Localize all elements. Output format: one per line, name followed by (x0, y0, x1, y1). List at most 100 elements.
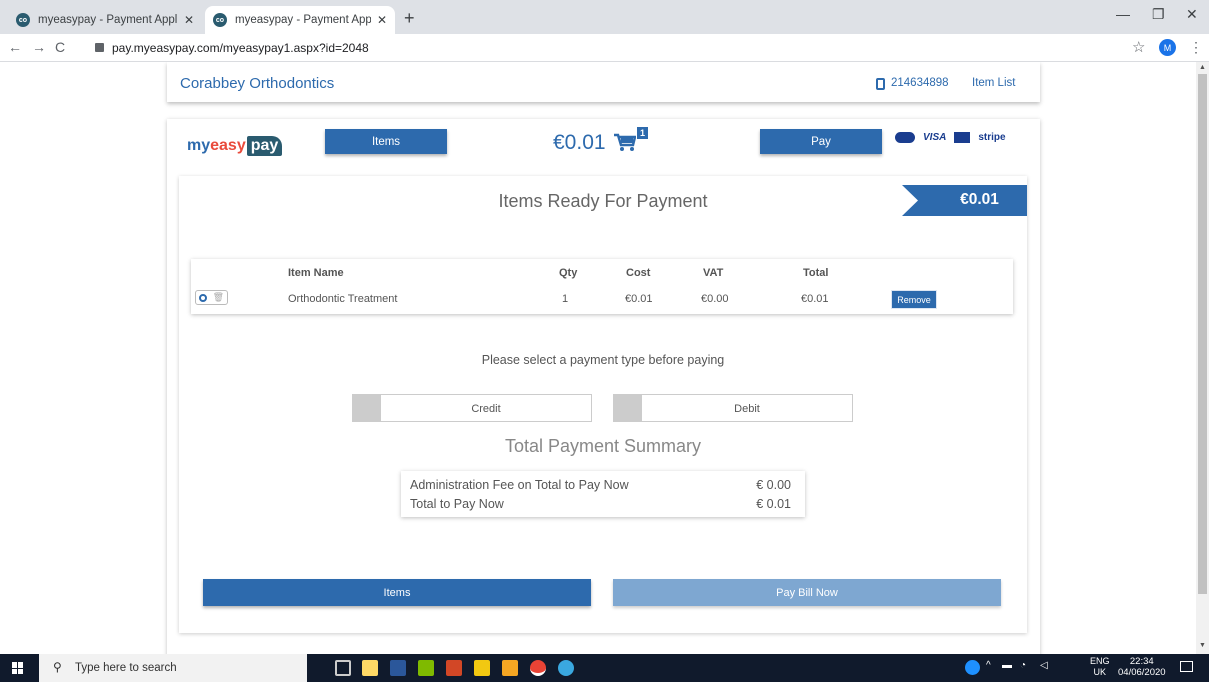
trash-icon[interactable]: 🗑 (213, 292, 224, 303)
cell-qty: 1 (562, 293, 569, 305)
favicon-icon: co (213, 13, 227, 27)
scroll-up-icon[interactable]: ▲ (1199, 64, 1206, 71)
cart-icon[interactable] (614, 133, 636, 151)
show-hidden-icons[interactable]: ^ (986, 660, 991, 671)
taskbar-search[interactable]: ⚲ Type here to search (39, 654, 307, 682)
summary-value: € 0.00 (756, 478, 791, 492)
close-window-icon[interactable]: ✕ (1186, 6, 1198, 23)
pay-button-top[interactable]: Pay (760, 129, 882, 154)
cart-count-badge: 1 (637, 127, 649, 139)
minimize-icon[interactable]: — (1116, 6, 1130, 22)
browser-menu-icon[interactable]: ⋮ (1189, 39, 1203, 56)
reload-icon[interactable]: C (55, 39, 65, 55)
help-tray-icon[interactable] (965, 660, 980, 675)
page-scrollbar[interactable]: ▲ ▼ (1196, 62, 1209, 654)
restore-icon[interactable]: ❐ (1152, 6, 1165, 23)
cell-item-name: Orthodontic Treatment (288, 293, 398, 305)
stripe-logo: stripe (978, 132, 1006, 143)
items-button-bottom[interactable]: Items (203, 579, 591, 606)
summary-title: Total Payment Summary (504, 436, 702, 456)
profile-avatar[interactable]: M (1159, 39, 1176, 56)
site-header: Corabbey Orthodontics 214634898 Item Lis… (167, 62, 1040, 102)
lang-region: UK (1093, 667, 1107, 677)
close-tab-icon[interactable]: ✕ (377, 13, 387, 27)
windows-start-icon[interactable] (12, 662, 24, 674)
wifi-icon[interactable]: ◔ (1020, 660, 1026, 671)
clock-date: 04/06/2020 (1118, 667, 1166, 678)
powerpoint-icon[interactable] (446, 660, 462, 676)
forward-icon[interactable]: → (32, 39, 46, 55)
cell-vat: €0.00 (701, 293, 729, 305)
url-field[interactable]: pay.myeasypay.com/myeasypay1.aspx?id=204… (112, 41, 369, 55)
lock-icon (95, 43, 104, 52)
merchant-name[interactable]: Corabbey Orthodontics (180, 75, 334, 92)
edge-icon[interactable] (558, 660, 574, 676)
chrome-icon[interactable] (530, 660, 546, 676)
cell-total: €0.01 (801, 293, 829, 305)
total-ribbon: €0.01 (902, 185, 1027, 216)
col-header-total: Total (803, 267, 829, 279)
amex-icon (954, 132, 971, 143)
row-actions[interactable]: 🗑 (195, 290, 228, 305)
word-icon[interactable] (390, 660, 406, 676)
clock-time: 22:34 (1129, 656, 1154, 667)
search-placeholder: Type here to search (75, 662, 177, 674)
credit-option[interactable]: Credit (352, 394, 592, 422)
cart-total: €0.01 (553, 131, 606, 154)
notification-center-icon[interactable] (1180, 661, 1193, 672)
col-header-vat: VAT (703, 267, 724, 279)
tab-title: myeasypay - Payment Applicatio (235, 14, 371, 26)
items-table: Item Name Qty Cost VAT Total 🗑 Orthodont… (191, 259, 1013, 314)
panel-title: Items Ready For Payment (498, 191, 708, 211)
search-icon: ⚲ (53, 660, 62, 674)
item-list-link[interactable]: Item List (972, 77, 1015, 89)
battery-icon[interactable]: ▬ (1002, 660, 1012, 671)
summary-box: Administration Fee on Total to Pay Now €… (401, 471, 805, 517)
mastercard-icon (895, 132, 915, 143)
task-view-icon[interactable] (335, 660, 351, 676)
summary-row-total: Total to Pay Now € 0.01 (410, 497, 791, 511)
photos-icon[interactable] (418, 660, 434, 676)
myeasypay-logo: my easy pay (187, 136, 283, 156)
tab-title: myeasypay - Payment Applicatio (38, 14, 178, 26)
system-clock[interactable]: 22:34 04/06/2020 (1118, 656, 1166, 678)
lang-code: ENG (1090, 656, 1110, 666)
scroll-thumb[interactable] (1198, 74, 1207, 594)
logo-easy: easy (210, 137, 246, 154)
credit-toggle[interactable] (353, 395, 381, 421)
items-button-top[interactable]: Items (325, 129, 447, 154)
scroll-down-icon[interactable]: ▼ (1199, 642, 1206, 649)
browser-tab-2[interactable]: co myeasypay - Payment Applicatio ✕ (205, 6, 395, 34)
col-header-qty: Qty (559, 267, 578, 279)
browser-tabbar: co myeasypay - Payment Applicatio ✕ co m… (0, 0, 1209, 34)
new-tab-icon[interactable]: + (404, 8, 415, 29)
summary-label: Administration Fee on Total to Pay Now (410, 478, 629, 492)
page-viewport: Corabbey Orthodontics 214634898 Item Lis… (0, 62, 1196, 654)
items-ready-panel: Items Ready For Payment €0.01 Item Name … (179, 176, 1027, 633)
pay-bill-now-button[interactable]: Pay Bill Now (613, 579, 1001, 606)
close-tab-icon[interactable]: ✕ (184, 13, 194, 27)
debit-label: Debit (734, 403, 760, 415)
back-icon[interactable]: ← (8, 39, 22, 55)
windows-taskbar: ⚲ Type here to search ^ ▬ ◔ ◁ ENG UK 22:… (0, 654, 1209, 682)
favicon-icon: co (16, 13, 30, 27)
volume-icon[interactable]: ◁ (1040, 660, 1048, 671)
summary-row-admin-fee: Administration Fee on Total to Pay Now €… (410, 478, 791, 492)
debit-option[interactable]: Debit (613, 394, 853, 422)
remove-button[interactable]: Remove (891, 290, 937, 309)
debit-toggle[interactable] (614, 395, 642, 421)
summary-label: Total to Pay Now (410, 497, 504, 511)
select-circle-icon[interactable] (198, 293, 207, 302)
card-brand-logos: VISA stripe (895, 132, 1006, 143)
payment-type-message: Please select a payment type before payi… (481, 353, 725, 367)
bookmark-star-icon[interactable]: ☆ (1132, 38, 1145, 56)
browser-tab-1[interactable]: co myeasypay - Payment Applicatio ✕ (8, 6, 202, 34)
phone-number[interactable]: 214634898 (891, 77, 949, 89)
outlook-icon[interactable] (502, 660, 518, 676)
ribbon-amount: €0.01 (960, 191, 999, 208)
payment-card: my easy pay Items €0.01 1 Pay VISA stripe … (167, 119, 1040, 654)
col-header-cost: Cost (626, 267, 651, 279)
store-icon[interactable] (362, 660, 378, 676)
file-explorer-icon[interactable] (474, 660, 490, 676)
language-indicator[interactable]: ENG UK (1090, 656, 1110, 678)
